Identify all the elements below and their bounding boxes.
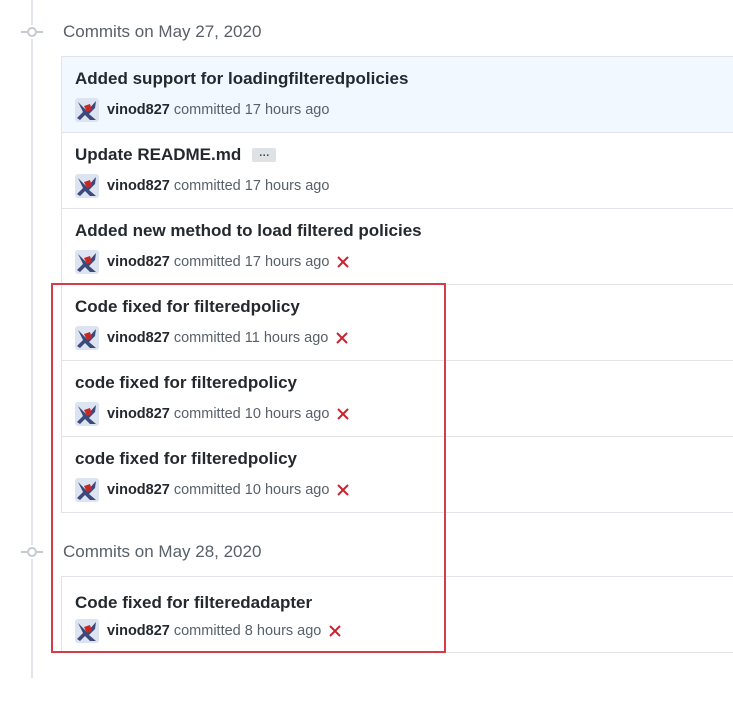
user-avatar[interactable] [75, 98, 99, 122]
commit-action: committed [173, 102, 241, 118]
commit-time: 17 hours ago [244, 254, 330, 270]
commit-group-date: Commits on May 28, 2020 [63, 542, 262, 561]
commit-row[interactable]: Code fixed for filteredadapter vinod827 … [62, 577, 733, 653]
commit-group-header: Commits on May 28, 2020 [0, 540, 300, 564]
x-icon[interactable] [337, 408, 350, 420]
commit-author[interactable]: vinod827 [107, 482, 170, 498]
user-avatar[interactable] [75, 619, 99, 643]
commit-time: 8 hours ago [244, 623, 322, 639]
expand-message-button[interactable]: … [252, 148, 277, 162]
commit-title[interactable]: Added support for loadingfilteredpolicie… [75, 69, 408, 89]
commit-time: 10 hours ago [244, 482, 330, 498]
commit-list: Code fixed for filteredadapter vinod827 … [61, 576, 733, 653]
commit-author[interactable]: vinod827 [107, 406, 170, 422]
commit-author[interactable]: vinod827 [107, 254, 170, 270]
commit-row[interactable]: code fixed for filteredpolicy vinod827 c… [62, 361, 733, 437]
x-icon[interactable] [329, 625, 342, 637]
commit-row[interactable]: Added new method to load filtered polici… [62, 209, 733, 285]
x-icon[interactable] [337, 256, 350, 268]
user-avatar[interactable] [75, 250, 99, 274]
commit-row[interactable]: Added support for loadingfilteredpolicie… [62, 57, 733, 133]
commit-action: committed [173, 178, 241, 194]
commit-row[interactable]: Code fixed for filteredpolicy vinod827 c… [62, 285, 733, 361]
commit-list: Added support for loadingfilteredpolicie… [61, 56, 733, 513]
user-avatar[interactable] [75, 174, 99, 198]
commit-node-icon [21, 545, 43, 559]
x-icon[interactable] [336, 332, 349, 344]
commit-row[interactable]: Update README.md … vinod827 committed 17 … [62, 133, 733, 209]
commit-node-icon [21, 25, 43, 39]
commit-title[interactable]: Added new method to load filtered polici… [75, 221, 422, 241]
commit-group-date: Commits on May 27, 2020 [63, 22, 262, 41]
commit-action: committed [173, 330, 241, 346]
commit-time: 17 hours ago [244, 102, 330, 118]
commit-title[interactable]: Update README.md [75, 145, 241, 165]
commit-action: committed [173, 482, 241, 498]
commit-action: committed [173, 406, 241, 422]
x-icon[interactable] [337, 484, 350, 496]
commit-title[interactable]: Code fixed for filteredadapter [75, 593, 312, 613]
user-avatar[interactable] [75, 402, 99, 426]
commit-group-header: Commits on May 27, 2020 [0, 20, 300, 44]
commit-row[interactable]: code fixed for filteredpolicy vinod827 c… [62, 437, 733, 513]
commit-action: committed [173, 254, 241, 270]
user-avatar[interactable] [75, 326, 99, 350]
commit-time: 10 hours ago [244, 406, 330, 422]
commit-time: 17 hours ago [244, 178, 330, 194]
commit-title[interactable]: code fixed for filteredpolicy [75, 449, 297, 469]
commit-title[interactable]: Code fixed for filteredpolicy [75, 297, 300, 317]
commit-author[interactable]: vinod827 [107, 178, 170, 194]
commit-time: 11 hours ago [244, 330, 329, 346]
commit-author[interactable]: vinod827 [107, 623, 170, 639]
commit-action: committed [173, 623, 241, 639]
commit-author[interactable]: vinod827 [107, 330, 170, 346]
user-avatar[interactable] [75, 478, 99, 502]
commit-author[interactable]: vinod827 [107, 102, 170, 118]
timeline-line [31, 0, 33, 678]
commit-title[interactable]: code fixed for filteredpolicy [75, 373, 297, 393]
